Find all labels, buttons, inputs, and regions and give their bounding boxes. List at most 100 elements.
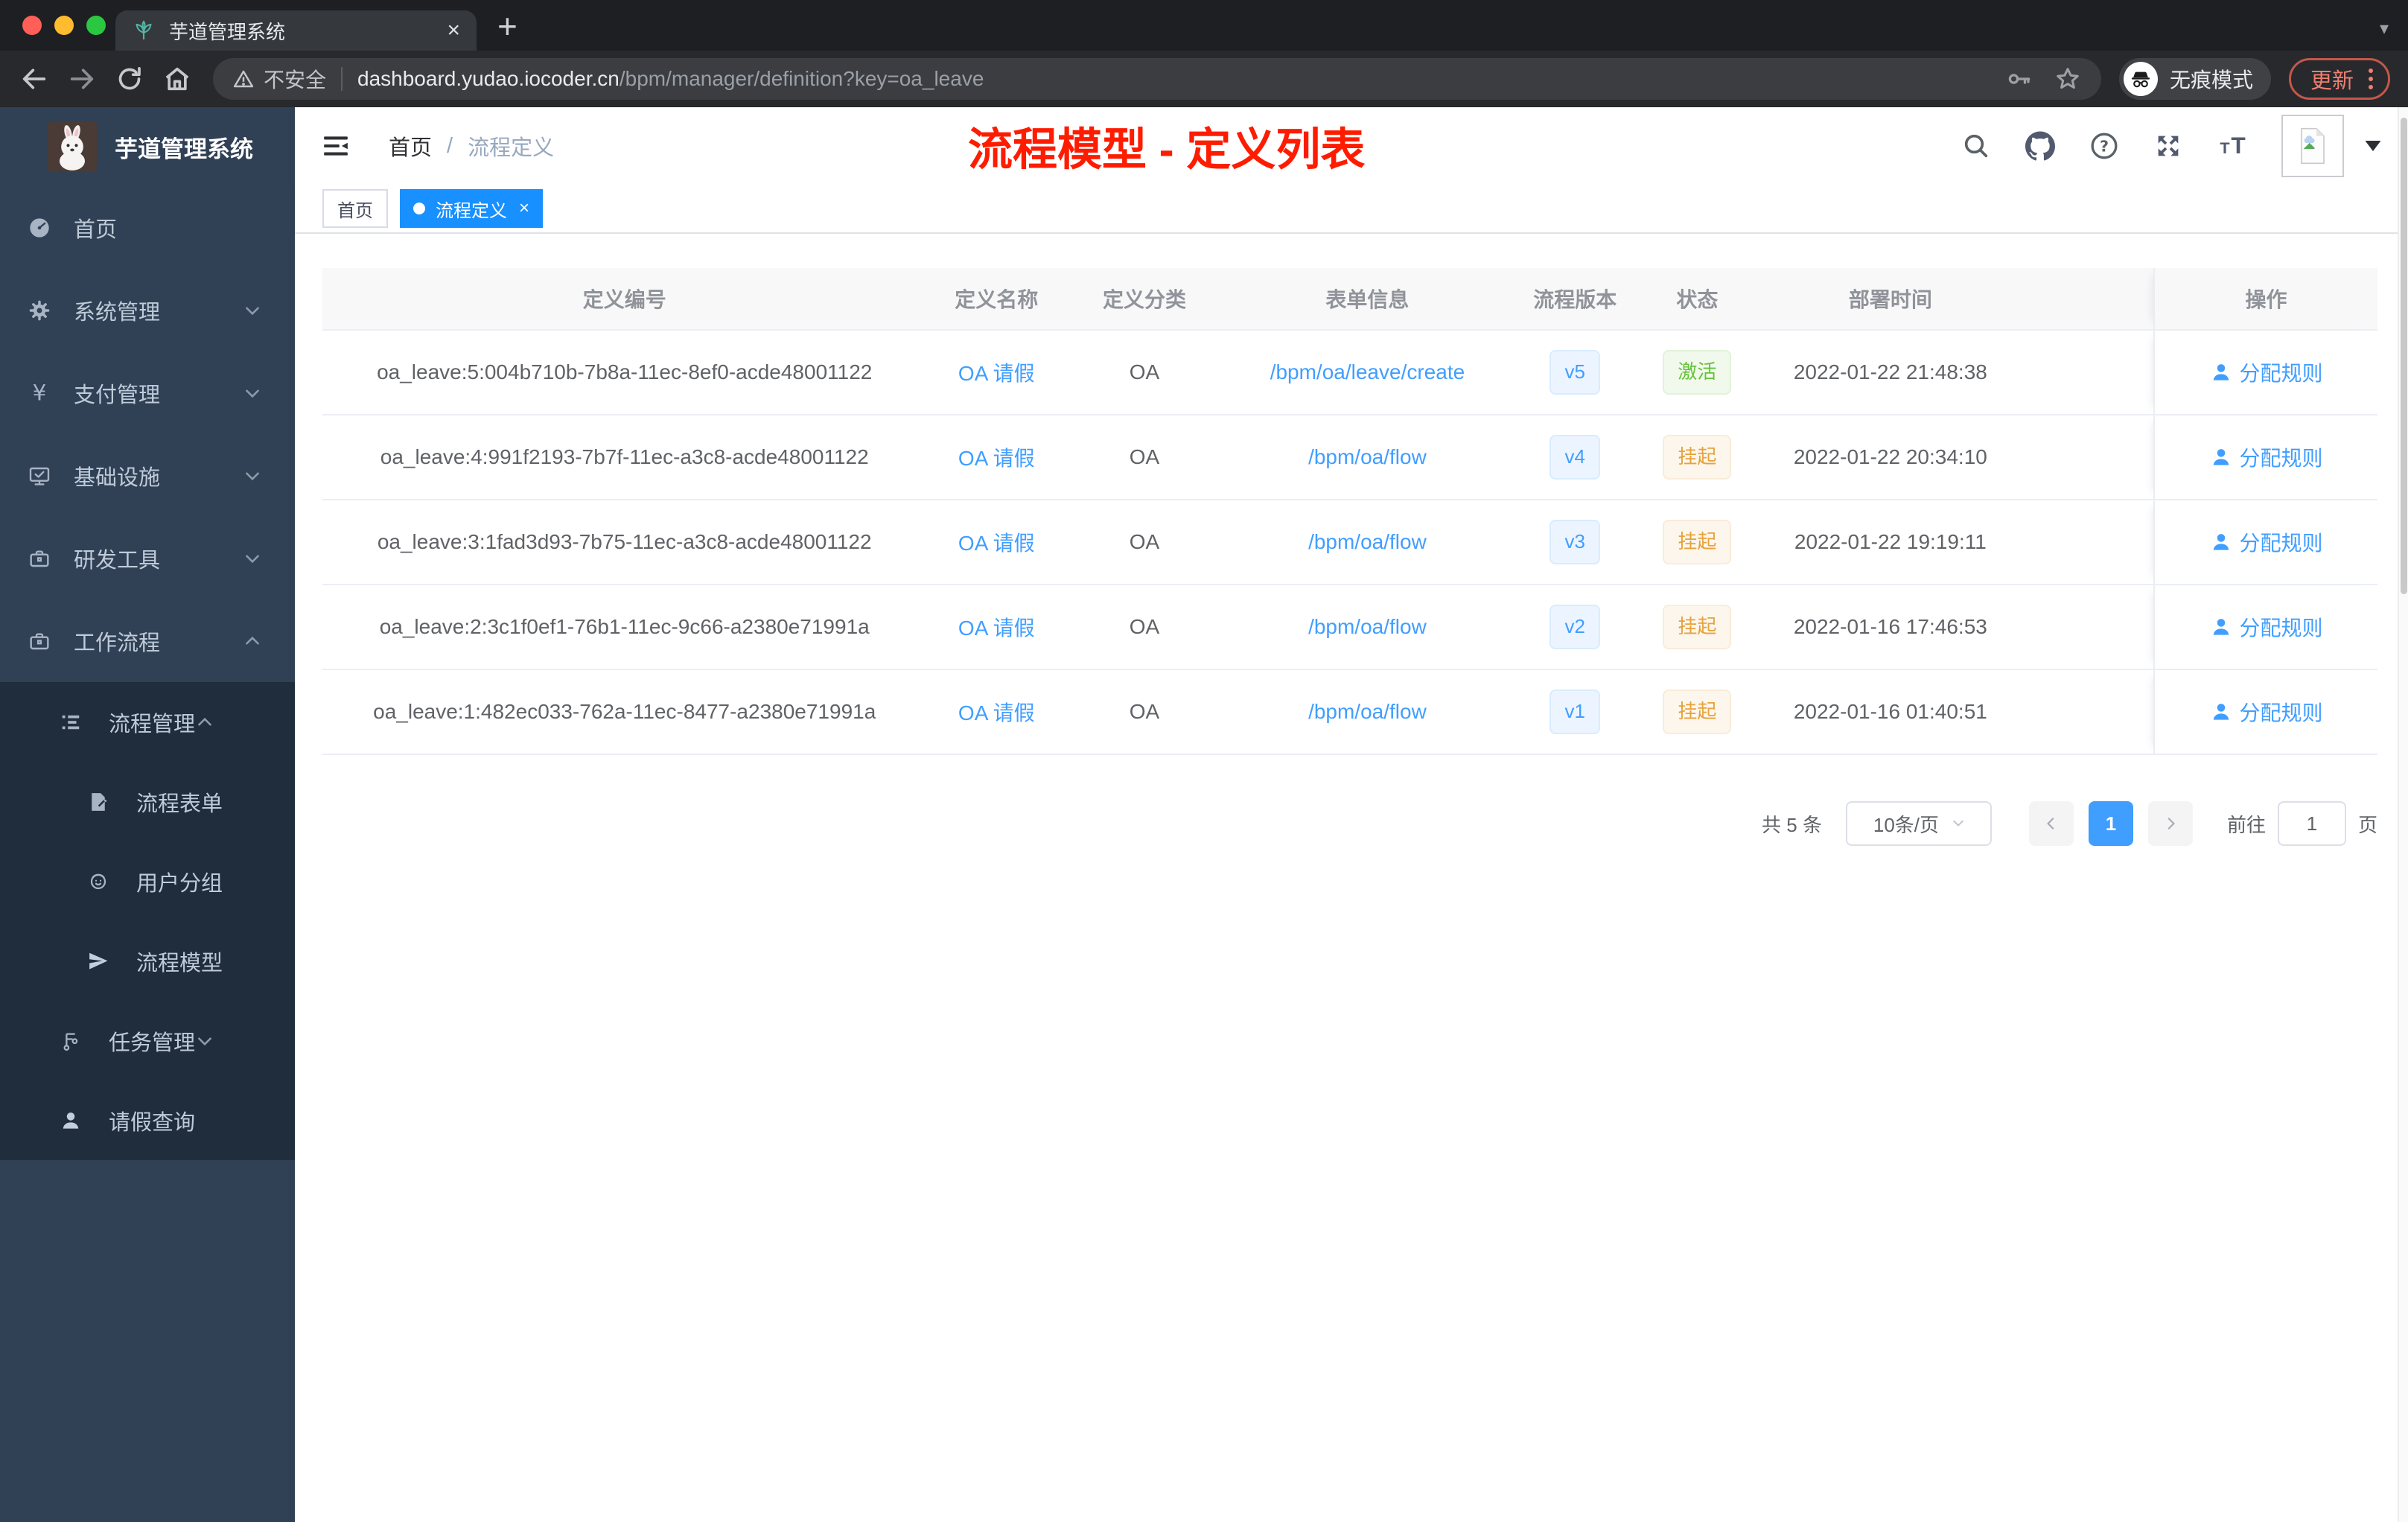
next-page-button[interactable]	[2147, 801, 2193, 846]
assign-rule-button[interactable]: 分配规则	[2210, 612, 2323, 642]
forward-icon[interactable]	[66, 63, 98, 95]
sidebar-item-process-form[interactable]: 流程表单	[0, 762, 295, 841]
minimize-window-button[interactable]	[54, 16, 74, 35]
key-icon[interactable]	[2006, 66, 2033, 92]
back-icon[interactable]	[18, 63, 51, 95]
sidebar-item-user-group[interactable]: 用户分组	[0, 841, 295, 921]
annotation-title: 流程模型 - 定义列表	[968, 124, 1366, 175]
app-title: 芋道管理系统	[115, 136, 253, 162]
tab-search-caret-icon[interactable]: ▾	[2380, 18, 2389, 39]
cell-deploy-time: 2022-01-22 21:48:38	[1793, 360, 1987, 383]
form-link[interactable]: /bpm/oa/flow	[1308, 615, 1427, 639]
page-size-select[interactable]: 10条/页	[1845, 801, 1992, 846]
sidebar-item-infra[interactable]: 基础设施	[0, 434, 295, 517]
tag-close-icon[interactable]: ×	[519, 198, 529, 219]
definition-name-link[interactable]: OA 请假	[958, 527, 1035, 557]
github-icon[interactable]	[2025, 131, 2055, 161]
url-host: dashboard.yudao.iocoder.cn	[357, 67, 619, 90]
table-row: oa_leave:1:482ec033-762a-11ec-8477-a2380…	[322, 670, 2377, 755]
definition-name-link[interactable]: OA 请假	[958, 697, 1035, 727]
browser-scrollbar[interactable]	[2398, 107, 2408, 1522]
sidebar-item-devtools[interactable]: 研发工具	[0, 517, 295, 599]
definition-name-link[interactable]: OA 请假	[958, 612, 1035, 642]
table-row: oa_leave:4:991f2193-7b7f-11ec-a3c8-acde4…	[322, 415, 2377, 500]
reload-icon[interactable]	[113, 63, 146, 95]
sidebar-item-process-model[interactable]: 流程模型	[0, 921, 295, 1001]
form-link[interactable]: /bpm/oa/flow	[1308, 530, 1427, 554]
tab-close-icon[interactable]: ×	[447, 19, 460, 42]
table-row: oa_leave:3:1fad3d93-7b75-11ec-a3c8-acde4…	[322, 500, 2377, 585]
sidebar-item-system[interactable]: 系统管理	[0, 269, 295, 351]
fullscreen-icon[interactable]	[2153, 131, 2183, 161]
user-avatar[interactable]	[2281, 115, 2344, 177]
form-link[interactable]: /bpm/oa/flow	[1308, 700, 1427, 724]
page-header: 首页 / 流程定义 流程模型 - 定义列表 ? T T	[295, 107, 2408, 185]
assign-rule-button[interactable]: 分配规则	[2210, 442, 2323, 472]
col-process-version: 流程版本	[1533, 288, 1617, 311]
incognito-label: 无痕模式	[2169, 69, 2253, 92]
tag-process-definition[interactable]: 流程定义 ×	[400, 189, 544, 228]
sidebar-logo-row[interactable]: 芋道管理系统	[0, 107, 295, 186]
person-icon	[60, 1109, 82, 1132]
browser-tab[interactable]: 芋道管理系统 ×	[115, 10, 477, 51]
new-tab-button[interactable]: +	[497, 9, 517, 43]
current-page-button[interactable]: 1	[2088, 801, 2133, 846]
status-badge: 挂起	[1663, 520, 1732, 564]
chevron-right-icon	[2167, 818, 2175, 830]
search-icon[interactable]	[1961, 131, 1991, 161]
cell-definition-id: oa_leave:5:004b710b-7b8a-11ec-8ef0-acde4…	[377, 360, 873, 383]
not-secure-label[interactable]: 不安全	[264, 64, 326, 94]
definition-table: 定义编号 定义名称 定义分类 表单信息 流程版本 状态 部署时间 操作 oa_l…	[322, 268, 2377, 755]
col-deploy-time: 部署时间	[1848, 288, 1932, 311]
sidebar-item-workflow[interactable]: 工作流程	[0, 599, 295, 682]
tag-home[interactable]: 首页	[322, 189, 388, 228]
chevron-up-icon	[195, 713, 214, 732]
definition-name-link[interactable]: OA 请假	[958, 442, 1035, 472]
table-row: oa_leave:2:3c1f0ef1-76b1-11ec-9c66-a2380…	[322, 585, 2377, 670]
cell-definition-id: oa_leave:2:3c1f0ef1-76b1-11ec-9c66-a2380…	[379, 615, 870, 638]
sidebar-collapse-icon[interactable]	[322, 132, 350, 160]
window-controls[interactable]	[22, 16, 106, 35]
status-badge: 挂起	[1663, 690, 1732, 734]
assign-rule-button[interactable]: 分配规则	[2210, 527, 2323, 557]
sidebar-item-payment[interactable]: ¥ 支付管理	[0, 351, 295, 434]
update-label[interactable]: 更新	[2310, 63, 2354, 95]
sidebar-item-leave-query[interactable]: 请假查询	[0, 1080, 295, 1160]
goto-page-input[interactable]: 1	[2277, 801, 2346, 846]
definition-name-link[interactable]: OA 请假	[958, 357, 1035, 387]
scrollbar-thumb[interactable]	[2401, 118, 2407, 594]
bookmark-star-icon[interactable]	[2054, 65, 2082, 93]
font-size-icon[interactable]: TT	[2217, 131, 2247, 161]
breadcrumb-separator: /	[447, 133, 453, 158]
form-link[interactable]: /bpm/oa/leave/create	[1270, 360, 1465, 384]
cell-category: OA	[1129, 445, 1160, 468]
app-logo-avatar	[48, 122, 97, 171]
version-badge: v5	[1549, 350, 1600, 395]
breadcrumb: 首页 / 流程定义	[389, 130, 554, 162]
breadcrumb-home[interactable]: 首页	[389, 130, 432, 162]
sidebar-item-process-mgmt[interactable]: 流程管理	[0, 682, 295, 762]
browser-toolbar: 不安全 dashboard.yudao.iocoder.cn /bpm/mana…	[0, 51, 2408, 107]
table-header-row: 定义编号 定义名称 定义分类 表单信息 流程版本 状态 部署时间 操作	[322, 268, 2377, 331]
svg-text:T: T	[2220, 138, 2229, 157]
chrome-update-button[interactable]: 更新	[2288, 58, 2390, 100]
assign-rule-button[interactable]: 分配规则	[2210, 357, 2323, 387]
prev-page-button[interactable]	[2028, 801, 2074, 846]
avatar-caret-icon[interactable]	[2365, 141, 2381, 151]
dashboard-icon	[28, 216, 51, 240]
sidebar-item-task-mgmt[interactable]: 任务管理	[0, 1001, 295, 1080]
url-bar[interactable]: 不安全 dashboard.yudao.iocoder.cn /bpm/mana…	[213, 58, 2101, 100]
form-link[interactable]: /bpm/oa/flow	[1308, 445, 1427, 469]
close-window-button[interactable]	[22, 16, 42, 35]
home-icon[interactable]	[161, 63, 194, 95]
maximize-window-button[interactable]	[86, 16, 106, 35]
assign-rule-button[interactable]: 分配规则	[2210, 697, 2323, 727]
help-icon[interactable]: ?	[2089, 131, 2119, 161]
not-secure-warning-icon[interactable]	[232, 68, 255, 90]
gear-icon	[28, 299, 51, 322]
sidebar-item-home[interactable]: 首页	[0, 186, 295, 269]
chrome-menu-icon[interactable]	[2369, 69, 2373, 89]
workflow-submenu: 流程管理 流程表单 用户分组 流程模型 任务管理 请假查询	[0, 682, 295, 1160]
select-caret-icon	[1953, 820, 1964, 827]
col-status: 状态	[1676, 288, 1719, 311]
